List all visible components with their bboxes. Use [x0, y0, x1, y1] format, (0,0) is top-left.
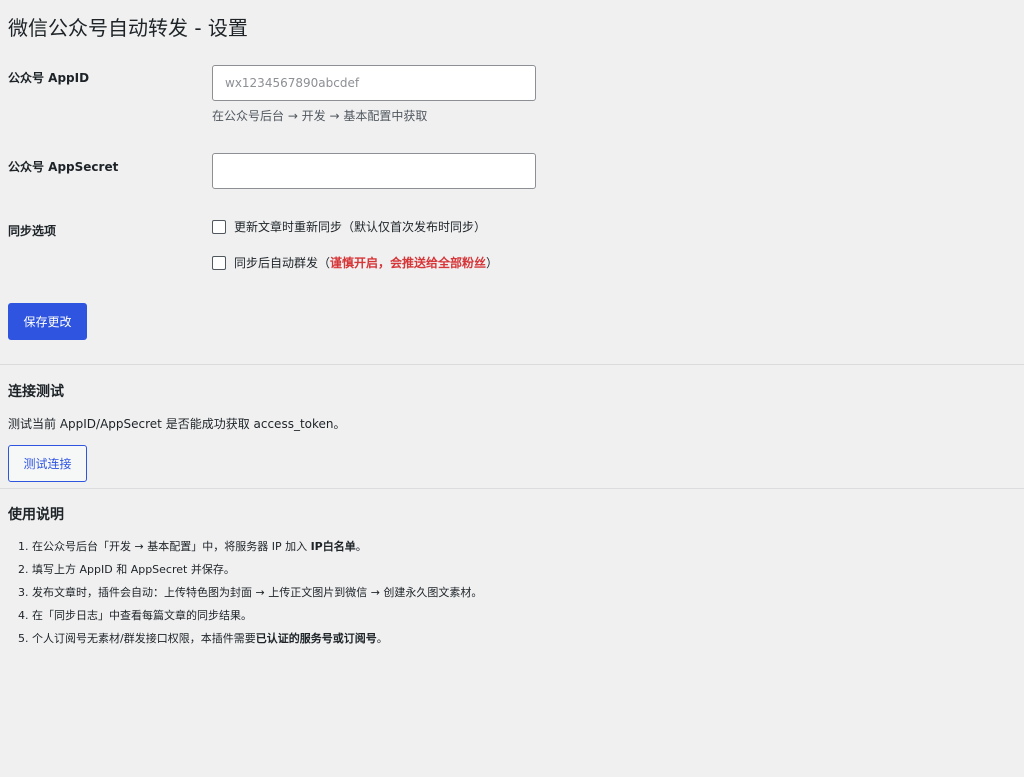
- list-item: 3. 发布文章时，插件会自动：上传特色图为封面 → 上传正文图片到微信 → 创建…: [18, 586, 483, 599]
- connection-test-description: 测试当前 AppID/AppSecret 是否能成功获取 access_toke…: [8, 417, 346, 431]
- list-item: 4. 在「同步日志」中查看每篇文章的同步结果。: [18, 609, 252, 622]
- save-button[interactable]: 保存更改: [8, 303, 87, 340]
- appid-hint: 在公众号后台 → 开发 → 基本配置中获取: [212, 109, 428, 123]
- list-item: 5. 个人订阅号无素材/群发接口权限，本插件需要已认证的服务号或订阅号。: [18, 632, 388, 645]
- mass-send-warning: 谨慎开启，会推送给全部粉丝: [330, 256, 487, 270]
- list-item: 2. 填写上方 AppID 和 AppSecret 并保存。: [18, 563, 235, 576]
- appsecret-label: 公众号 AppSecret: [8, 160, 119, 174]
- sync-options-label: 同步选项: [8, 224, 57, 238]
- page-title: 微信公众号自动转发 - 设置: [8, 16, 248, 40]
- list-item: 1. 在公众号后台「开发 → 基本配置」中，将服务器 IP 加入 IP白名单。: [18, 540, 367, 553]
- test-connection-button[interactable]: 测试连接: [8, 445, 87, 482]
- mass-send-label-suffix: ）: [486, 256, 499, 270]
- mass-send-label-prefix: 同步后自动群发（: [234, 256, 331, 270]
- connection-test-title: 连接测试: [8, 384, 64, 400]
- instructions-list: 1. 在公众号后台「开发 → 基本配置」中，将服务器 IP 加入 IP白名单。 …: [18, 538, 482, 653]
- mass-send-checkbox[interactable]: [212, 256, 226, 270]
- section-divider: [0, 364, 1024, 365]
- mass-send-option[interactable]: 同步后自动群发（ 谨慎开启，会推送给全部粉丝）: [212, 255, 498, 271]
- appid-input[interactable]: [212, 65, 536, 101]
- instructions-title: 使用说明: [8, 507, 64, 523]
- section-divider: [0, 488, 1024, 489]
- resync-checkbox[interactable]: [212, 220, 226, 234]
- appid-label: 公众号 AppID: [8, 71, 90, 85]
- appsecret-input[interactable]: [212, 153, 536, 189]
- resync-option-label: 更新文章时重新同步（默认仅首次发布时同步）: [234, 220, 487, 234]
- resync-option[interactable]: 更新文章时重新同步（默认仅首次发布时同步）: [212, 219, 486, 235]
